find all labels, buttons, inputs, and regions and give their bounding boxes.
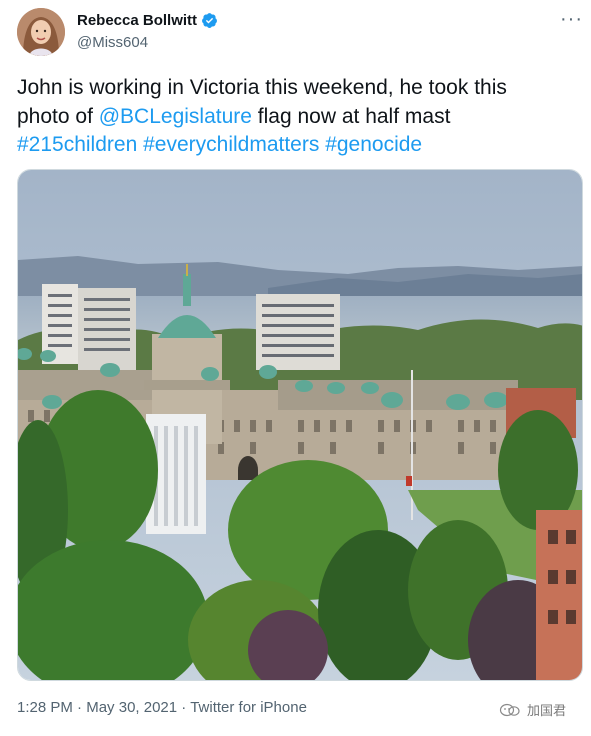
verified-badge-icon bbox=[202, 13, 217, 28]
meta-separator: · bbox=[72, 699, 87, 716]
hashtag-link[interactable]: #genocide bbox=[325, 133, 422, 156]
author-display-name[interactable]: Rebecca Bollwitt bbox=[77, 12, 197, 29]
meta-separator: · bbox=[177, 699, 191, 716]
tweet-meta: 1:28 PM · May 30, 2021 · Twitter for iPh… bbox=[17, 699, 307, 716]
wechat-icon bbox=[499, 703, 520, 716]
tweet-photo[interactable] bbox=[17, 169, 583, 681]
watermark: 加国君 bbox=[499, 700, 566, 719]
tweet-source[interactable]: Twitter for iPhone bbox=[190, 699, 307, 716]
author-handle[interactable]: @Miss604 bbox=[77, 34, 148, 51]
watermark-label: 加国君 bbox=[527, 703, 567, 718]
more-horizontal-icon[interactable]: ··· bbox=[560, 9, 583, 29]
tweet-text-line2-prefix: photo of bbox=[17, 104, 99, 128]
mention-link[interactable]: @BCLegislature bbox=[99, 105, 252, 128]
tweet-text: John is working in Victoria this weekend… bbox=[17, 74, 577, 160]
tweet-text-line1: John is working in Victoria this weekend… bbox=[17, 76, 507, 99]
avatar[interactable] bbox=[17, 8, 65, 56]
tweet-date[interactable]: May 30, 2021 bbox=[86, 699, 177, 716]
hashtag-link[interactable]: #215children bbox=[17, 133, 137, 156]
tweet-time[interactable]: 1:28 PM bbox=[17, 699, 73, 716]
author-name-row[interactable]: Rebecca Bollwitt bbox=[77, 12, 218, 29]
hashtag-link[interactable]: #everychildmatters bbox=[143, 133, 319, 156]
avatar-image bbox=[17, 8, 65, 56]
tweet-text-line2-suffix: flag now at half mast bbox=[251, 104, 451, 128]
legislature-photo-image bbox=[18, 170, 582, 680]
tweet: Rebecca Bollwitt @Miss604 ··· John is wo… bbox=[0, 0, 591, 736]
